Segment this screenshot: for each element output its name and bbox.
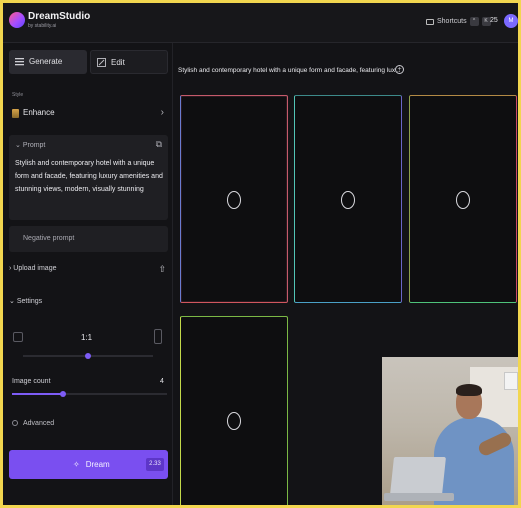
credits-value: 25 bbox=[490, 17, 498, 24]
dream-button[interactable]: ✧ Dream 2.33 bbox=[9, 450, 168, 479]
prompt-input[interactable]: Stylish and contemporary hotel with a un… bbox=[15, 157, 165, 196]
app-window: DreamStudio by stability.ai Shortcuts ^ … bbox=[0, 0, 521, 508]
negative-prompt-label: Negative prompt bbox=[23, 235, 75, 242]
image-count-value: 4 bbox=[160, 378, 164, 385]
webcam-laptop-base bbox=[384, 493, 454, 501]
style-value: Enhance bbox=[23, 108, 55, 117]
webcam-wall-poster bbox=[504, 372, 518, 390]
app-name: DreamStudio bbox=[28, 11, 91, 22]
webcam-laptop bbox=[390, 457, 446, 495]
image-count-slider-fill bbox=[12, 393, 64, 395]
prompt-panel: ⌄ Prompt ⧉ Stylish and contemporary hote… bbox=[9, 135, 168, 220]
dreamstudio-logo-icon[interactable] bbox=[9, 12, 25, 28]
image-count-label: Image count bbox=[12, 378, 51, 385]
tab-generate[interactable]: Generate bbox=[9, 50, 87, 74]
credits-counter[interactable]: 25 bbox=[490, 17, 498, 24]
advanced-label: Advanced bbox=[23, 420, 55, 427]
portrait-ratio-icon bbox=[154, 329, 162, 344]
tab-generate-label: Generate bbox=[29, 57, 63, 66]
shortcut-key-ctrl: ^ bbox=[469, 17, 479, 26]
style-label: Style bbox=[12, 92, 24, 98]
sidebar: Generate Edit Style Enhance › ⌄ Prompt ⧉… bbox=[3, 43, 173, 505]
settings-label: Settings bbox=[16, 298, 43, 305]
plus-circle-icon[interactable]: + bbox=[395, 65, 404, 74]
sliders-icon bbox=[15, 58, 24, 66]
negative-prompt-toggle[interactable]: Negative prompt bbox=[9, 226, 168, 252]
image-card[interactable] bbox=[409, 95, 517, 303]
copy-icon[interactable]: ⧉ bbox=[156, 139, 162, 150]
aspect-ratio-slider-thumb[interactable] bbox=[85, 353, 91, 359]
image-card[interactable] bbox=[180, 95, 288, 303]
upload-image-label: Upload image bbox=[13, 265, 57, 272]
landscape-ratio-icon bbox=[13, 332, 23, 342]
chevron-down-icon: ⌄ bbox=[15, 142, 23, 149]
dream-button-label: Dream bbox=[85, 460, 110, 469]
aspect-ratio-value: 1:1 bbox=[81, 333, 93, 342]
loading-spinner-icon bbox=[456, 191, 470, 209]
chevron-down-icon: ⌄ bbox=[9, 298, 17, 305]
loading-spinner-icon bbox=[341, 191, 355, 209]
prompt-title-label: Prompt bbox=[22, 142, 46, 149]
style-selector[interactable]: Enhance › bbox=[9, 102, 168, 124]
sparkle-icon: ✧ bbox=[73, 460, 80, 469]
prompt-title[interactable]: ⌄ Prompt bbox=[15, 141, 45, 149]
avatar[interactable]: M bbox=[504, 14, 518, 28]
shortcuts-label: Shortcuts bbox=[437, 18, 467, 25]
top-bar: DreamStudio by stability.ai Shortcuts ^ … bbox=[3, 3, 518, 43]
loading-spinner-icon bbox=[227, 191, 241, 209]
chevron-right-icon: › bbox=[160, 107, 164, 118]
settings-toggle[interactable]: ⌄ Settings bbox=[9, 297, 42, 305]
app-byline: by stability.ai bbox=[28, 23, 57, 29]
image-count-slider-thumb[interactable] bbox=[60, 391, 67, 397]
webcam-overlay bbox=[382, 357, 518, 505]
advanced-toggle[interactable]: Advanced bbox=[12, 420, 54, 427]
generation-prompt-heading: Stylish and contemporary hotel with a un… bbox=[178, 67, 401, 74]
upload-icon[interactable]: ⇧ bbox=[158, 264, 166, 275]
image-card[interactable] bbox=[180, 316, 288, 505]
advanced-icon bbox=[12, 420, 18, 426]
dream-cost-badge: 2.33 bbox=[146, 458, 164, 471]
edit-icon bbox=[97, 58, 106, 67]
shortcuts-button[interactable]: Shortcuts ^ K bbox=[426, 17, 491, 26]
keyboard-icon bbox=[426, 18, 434, 25]
style-thumbnail-icon bbox=[12, 109, 19, 118]
image-card[interactable] bbox=[294, 95, 402, 303]
upload-image-row[interactable]: › Upload image ⇧ bbox=[9, 264, 168, 281]
loading-spinner-icon bbox=[227, 412, 241, 430]
webcam-person-hair bbox=[456, 384, 482, 396]
tab-edit-label: Edit bbox=[111, 58, 125, 67]
tab-edit[interactable]: Edit bbox=[90, 50, 168, 74]
